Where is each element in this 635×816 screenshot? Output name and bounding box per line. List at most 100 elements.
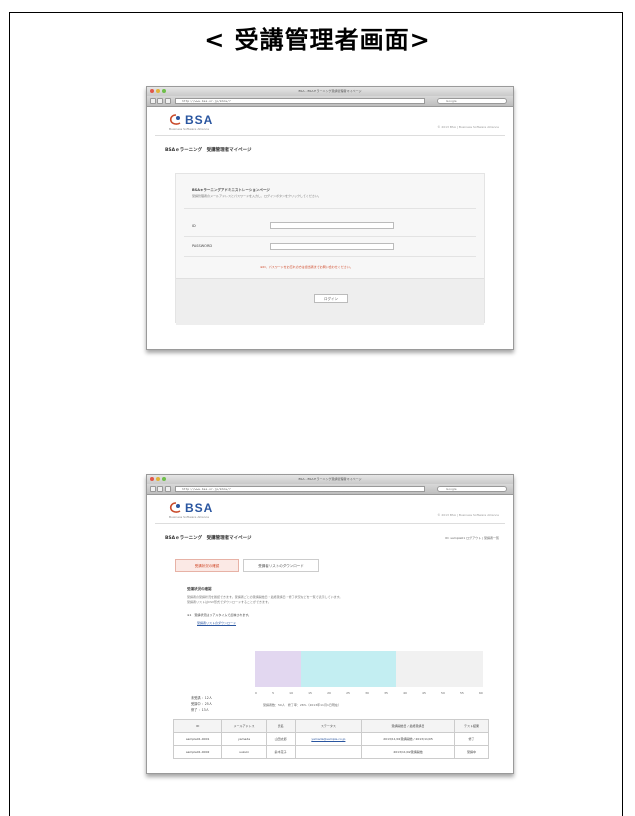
bsa-logo-icon	[169, 114, 181, 125]
table-cell: 鈴木花子	[265, 745, 296, 759]
browser-toolbar: http://www.bsa.or.jp/mlms/? Google	[147, 96, 513, 107]
x-tick-label: 30	[365, 691, 369, 695]
page-heading: BSAｅラーニング 受講管理者マイページ	[165, 536, 252, 541]
minimize-icon[interactable]	[156, 89, 160, 93]
table-row: sample01-0002 suzuki 鈴木花子 2013/11/02受講開始…	[172, 745, 490, 759]
tab-bar: 受講状況の確認 受講者リストのダウンロード	[175, 559, 335, 572]
status-screenshot: BSA - BSAｅラーニング受講管理者マイページ http://www.bsa…	[146, 474, 514, 774]
status-note: ※1 受講状況はリアルタイムで反映されます。	[187, 613, 252, 617]
bar-segment-not-started	[255, 651, 301, 687]
x-tick-label: 35	[384, 691, 388, 695]
table-cell-link[interactable]: yamada@sample.co.jp	[294, 732, 363, 746]
search-input[interactable]: Google	[437, 98, 507, 104]
maximize-icon[interactable]	[162, 89, 166, 93]
x-tick-label: 55	[460, 691, 464, 695]
back-icon[interactable]	[150, 98, 156, 104]
id-field[interactable]	[270, 222, 394, 229]
close-icon[interactable]	[150, 89, 154, 93]
id-label: ID	[192, 224, 196, 228]
col-name[interactable]: 氏名	[265, 719, 296, 733]
table-header-row: ID メールアドレス 氏名 ステータス 受講開始日 / 最終受講日 テスト結果	[172, 719, 490, 733]
page-title: < 受講管理者画面>	[204, 26, 431, 54]
forward-icon[interactable]	[157, 486, 163, 492]
logo-text: BSA	[185, 113, 214, 127]
forward-icon[interactable]	[157, 98, 163, 104]
bsa-logo-icon	[169, 502, 181, 513]
logo-subtitle: Business Software Alliance	[169, 515, 210, 519]
reload-icon[interactable]	[165, 486, 171, 492]
window-titlebar: BSA - BSAｅラーニング受講管理者マイページ	[147, 87, 513, 96]
window-title: BSA - BSAｅラーニング受講管理者マイページ	[298, 89, 362, 93]
login-panel: BSAｅラーニングアドミニストレーションページ 受講管理者のメールアドレスとパス…	[175, 173, 485, 325]
download-link[interactable]: 受講者リストのダウンロード	[197, 621, 236, 625]
table-cell: sample01-0002	[172, 745, 223, 759]
minimize-icon[interactable]	[156, 477, 160, 481]
x-tick-label: 10	[289, 691, 293, 695]
x-tick-label: 50	[441, 691, 445, 695]
divider	[184, 256, 476, 257]
header-copyright: © 2013 BSA | Business Software Alliance	[437, 125, 499, 129]
table-cell	[294, 745, 363, 759]
col-id[interactable]: ID	[172, 719, 223, 733]
progress-chart	[255, 651, 483, 687]
x-tick-label: 25	[346, 691, 350, 695]
divider	[155, 135, 505, 136]
login-button[interactable]: ログイン	[314, 294, 348, 303]
col-dates[interactable]: 受講開始日 / 最終受講日	[361, 719, 455, 733]
table-cell: 受講中	[453, 745, 490, 759]
learner-table: ID メールアドレス 氏名 ステータス 受講開始日 / 最終受講日 テスト結果 …	[172, 719, 490, 759]
x-tick-label: 0	[255, 691, 257, 695]
login-note: ※ID、パスワードをお忘れの方は担当者までお問い合わせください。	[260, 265, 353, 269]
password-field[interactable]	[270, 243, 394, 250]
x-tick-label: 20	[327, 691, 331, 695]
search-input[interactable]: Google	[437, 486, 507, 492]
page-heading: BSAｅラーニング 受講管理者マイページ	[165, 148, 252, 153]
url-bar[interactable]: http://www.bsa.or.jp/mlms/?	[175, 486, 425, 492]
status-heading: 受講状況の確認	[187, 587, 212, 591]
x-tick-label: 5	[272, 691, 274, 695]
logo: BSA	[169, 113, 213, 127]
browser-toolbar: http://www.bsa.or.jp/mlms/? Google	[147, 484, 513, 495]
reload-icon[interactable]	[165, 98, 171, 104]
divider	[184, 208, 476, 209]
table-cell: sample01-0001	[172, 732, 223, 746]
tab-download-list[interactable]: 受講者リストのダウンロード	[243, 559, 319, 572]
col-status[interactable]: ステータス	[294, 719, 363, 733]
status-description-line2: 受講者リストはCSV形式でダウンロードすることができます。	[187, 600, 271, 604]
table-row: sample01-0001 yamada 山田太郎 yamada@sample.…	[172, 732, 490, 746]
legend-item-completed: 修了 ：13人	[191, 708, 209, 712]
bar-segment-completed	[395, 651, 445, 687]
x-tick-label: 60	[479, 691, 483, 695]
x-tick-label: 15	[308, 691, 312, 695]
chart-caption: 受講者数：50人 修了率：26%（2013年11月1日現在）	[263, 703, 341, 707]
user-info[interactable]: ID: sample01 ログアウト | 受講者一覧	[445, 536, 499, 540]
logo-subtitle: Business Software Alliance	[169, 127, 210, 131]
window-titlebar: BSA - BSAｅラーニング受講管理者マイページ	[147, 475, 513, 484]
col-test[interactable]: テスト結果	[453, 719, 490, 733]
table-cell: 修了	[453, 732, 490, 746]
table-cell: 2013/11/01受講開始 / 2013/11/05	[361, 732, 455, 746]
bar-segment-in-progress	[300, 651, 396, 687]
divider	[155, 523, 505, 524]
back-icon[interactable]	[150, 486, 156, 492]
table-cell: suzuki	[221, 745, 267, 759]
table-cell: yamada	[221, 732, 267, 746]
panel-heading: BSAｅラーニングアドミニストレーションページ	[192, 188, 270, 192]
tab-status[interactable]: 受講状況の確認	[175, 559, 239, 572]
table-cell: 山田太郎	[265, 732, 296, 746]
panel-description: 受講管理者のメールアドレスとパスワードを入力し、ログインボタンをクリックしてくだ…	[192, 194, 321, 198]
url-bar[interactable]: http://www.bsa.or.jp/mlms/?	[175, 98, 425, 104]
maximize-icon[interactable]	[162, 477, 166, 481]
status-description: 受講者の受講状況を確認できます。受講者ごとの受講開始日・最終受講日・修了状況など…	[187, 595, 477, 605]
header-copyright: © 2013 BSA | Business Software Alliance	[437, 513, 499, 517]
x-tick-label: 40	[403, 691, 407, 695]
chart-x-axis: 0 5 10 15 20 25 30 35 40 45 50 55 60	[255, 691, 483, 695]
divider	[184, 236, 476, 237]
window-controls[interactable]	[150, 477, 166, 481]
logo-text: BSA	[185, 501, 214, 515]
col-email[interactable]: メールアドレス	[221, 719, 267, 733]
window-controls[interactable]	[150, 89, 166, 93]
chart-legend: 未受講 ：12人 受講中 ：25人 修了 ：13人	[191, 695, 212, 713]
close-icon[interactable]	[150, 477, 154, 481]
table-cell: 2013/11/02受講開始	[361, 745, 455, 759]
